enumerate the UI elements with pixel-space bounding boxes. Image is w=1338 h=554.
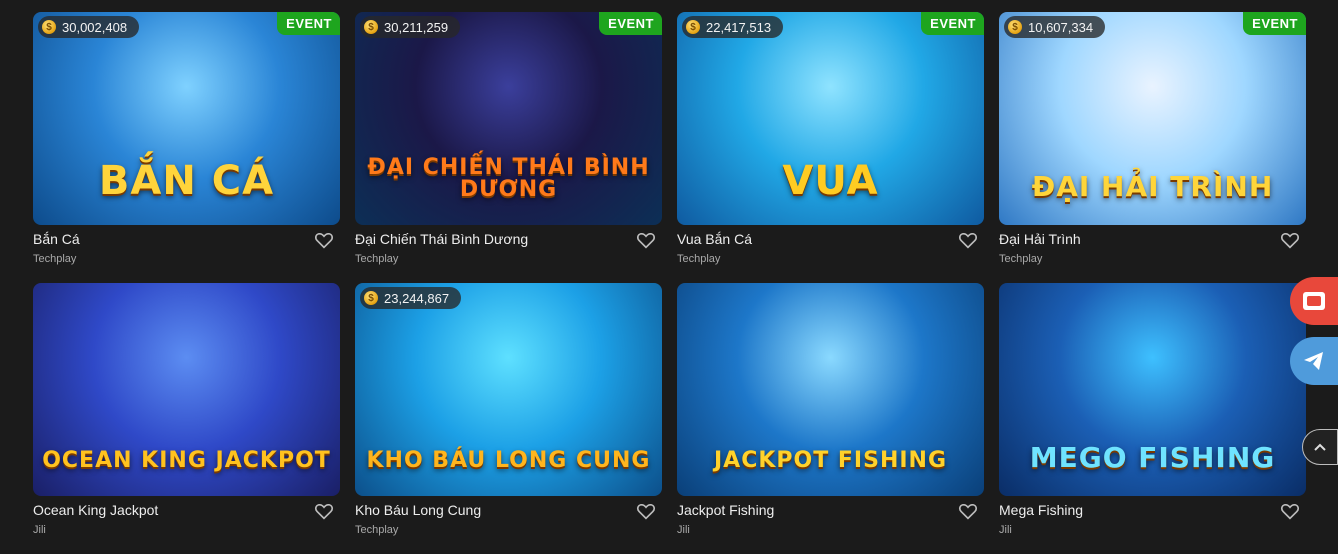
game-logo-art: MEGO FISHING xyxy=(1029,441,1276,474)
game-card[interactable]: OCEAN KING JACKPOT Ocean King Jackpot Jili xyxy=(33,283,340,554)
mini-game-icon xyxy=(1303,292,1325,310)
game-meta: Kho Báu Long Cung Techplay xyxy=(355,496,662,554)
heart-icon[interactable] xyxy=(1280,502,1300,520)
game-card[interactable]: BẮN CÁ $30,002,408 EVENT Bắn Cá Techplay xyxy=(33,12,340,283)
jackpot-badge: $22,417,513 xyxy=(682,16,784,38)
game-card[interactable]: MEGO FISHING Mega Fishing Jili xyxy=(999,283,1306,554)
game-logo-art: ĐẠI CHIẾN THÁI BÌNH DƯƠNG xyxy=(367,155,650,202)
game-meta: Vua Bắn Cá Techplay xyxy=(677,225,984,283)
game-meta: Đại Hải Trình Techplay xyxy=(999,225,1306,283)
game-thumbnail[interactable]: ĐẠI HẢI TRÌNH $10,607,334 EVENT xyxy=(999,12,1306,225)
game-card[interactable]: ĐẠI CHIẾN THÁI BÌNH DƯƠNG $30,211,259 EVEN… xyxy=(355,12,662,283)
event-badge: EVENT xyxy=(599,12,662,35)
game-meta: Ocean King Jackpot Jili xyxy=(33,496,340,554)
coin-icon: $ xyxy=(364,291,378,305)
heart-icon[interactable] xyxy=(1280,231,1300,249)
game-title[interactable]: Ocean King Jackpot xyxy=(33,502,158,518)
game-card[interactable]: VUA $22,417,513 EVENT Vua Bắn Cá Techplay xyxy=(677,12,984,283)
game-thumbnail[interactable]: BẮN CÁ $30,002,408 EVENT xyxy=(33,12,340,225)
game-logo-art: KHO BÁU LONG CUNG xyxy=(366,448,651,473)
game-meta: Mega Fishing Jili xyxy=(999,496,1306,554)
mini-game-button[interactable] xyxy=(1290,277,1338,325)
game-title[interactable]: Đại Hải Trình xyxy=(999,231,1081,247)
jackpot-amount: 23,244,867 xyxy=(384,290,450,306)
event-badge: EVENT xyxy=(277,12,340,35)
heart-icon[interactable] xyxy=(636,231,656,249)
coin-icon: $ xyxy=(686,20,700,34)
game-card[interactable]: JACKPOT FISHING Jackpot Fishing Jili xyxy=(677,283,984,554)
game-logo-art: ĐẠI HẢI TRÌNH xyxy=(1031,170,1274,203)
jackpot-badge: $30,211,259 xyxy=(360,16,461,38)
event-badge: EVENT xyxy=(1243,12,1306,35)
game-title[interactable]: Đại Chiến Thái Bình Dương xyxy=(355,231,528,247)
heart-icon[interactable] xyxy=(958,502,978,520)
game-title[interactable]: Mega Fishing xyxy=(999,502,1083,518)
coin-icon: $ xyxy=(1008,20,1022,34)
coin-icon: $ xyxy=(42,20,56,34)
game-thumbnail[interactable]: KHO BÁU LONG CUNG $23,244,867 xyxy=(355,283,662,496)
jackpot-badge: $10,607,334 xyxy=(1004,16,1106,38)
game-provider: Jili xyxy=(677,524,690,536)
jackpot-amount: 22,417,513 xyxy=(706,19,772,35)
game-card[interactable]: KHO BÁU LONG CUNG $23,244,867 Kho Báu Long… xyxy=(355,283,662,554)
game-meta: Bắn Cá Techplay xyxy=(33,225,340,283)
game-thumbnail[interactable]: OCEAN KING JACKPOT xyxy=(33,283,340,496)
event-badge: EVENT xyxy=(921,12,984,35)
jackpot-amount: 30,002,408 xyxy=(62,19,128,35)
chevron-up-icon xyxy=(1314,443,1326,451)
jackpot-amount: 30,211,259 xyxy=(384,19,449,35)
jackpot-badge: $23,244,867 xyxy=(360,287,462,309)
telegram-button[interactable] xyxy=(1290,337,1338,385)
game-thumbnail[interactable]: VUA $22,417,513 EVENT xyxy=(677,12,984,225)
game-logo-art: VUA xyxy=(782,158,879,204)
game-logo-art: BẮN CÁ xyxy=(98,158,275,204)
game-thumbnail[interactable]: ĐẠI CHIẾN THÁI BÌNH DƯƠNG $30,211,259 EVEN… xyxy=(355,12,662,225)
game-logo-art: OCEAN KING JACKPOT xyxy=(42,448,331,473)
game-provider: Techplay xyxy=(355,524,399,536)
coin-icon: $ xyxy=(364,20,378,34)
game-title[interactable]: Bắn Cá xyxy=(33,231,80,247)
jackpot-badge: $30,002,408 xyxy=(38,16,140,38)
scroll-top-button[interactable] xyxy=(1302,429,1338,465)
game-provider: Jili xyxy=(999,524,1012,536)
game-thumbnail[interactable]: JACKPOT FISHING xyxy=(677,283,984,496)
heart-icon[interactable] xyxy=(958,231,978,249)
jackpot-amount: 10,607,334 xyxy=(1028,19,1094,35)
game-title[interactable]: Jackpot Fishing xyxy=(677,502,774,518)
game-provider: Techplay xyxy=(999,253,1043,265)
game-grid: BẮN CÁ $30,002,408 EVENT Bắn Cá Techplay ĐẠI … xyxy=(33,12,1306,554)
game-card[interactable]: ĐẠI HẢI TRÌNH $10,607,334 EVENT Đại Hải Trì… xyxy=(999,12,1306,283)
game-provider: Techplay xyxy=(677,253,721,265)
game-provider: Techplay xyxy=(33,253,77,265)
game-title[interactable]: Kho Báu Long Cung xyxy=(355,502,481,518)
heart-icon[interactable] xyxy=(636,502,656,520)
telegram-icon xyxy=(1304,352,1323,370)
game-meta: Jackpot Fishing Jili xyxy=(677,496,984,554)
heart-icon[interactable] xyxy=(314,502,334,520)
game-title[interactable]: Vua Bắn Cá xyxy=(677,231,752,247)
game-thumbnail[interactable]: MEGO FISHING xyxy=(999,283,1306,496)
game-provider: Jili xyxy=(33,524,46,536)
game-provider: Techplay xyxy=(355,253,399,265)
game-logo-art: JACKPOT FISHING xyxy=(713,448,948,473)
game-meta: Đại Chiến Thái Bình Dương Techplay xyxy=(355,225,662,283)
heart-icon[interactable] xyxy=(314,231,334,249)
